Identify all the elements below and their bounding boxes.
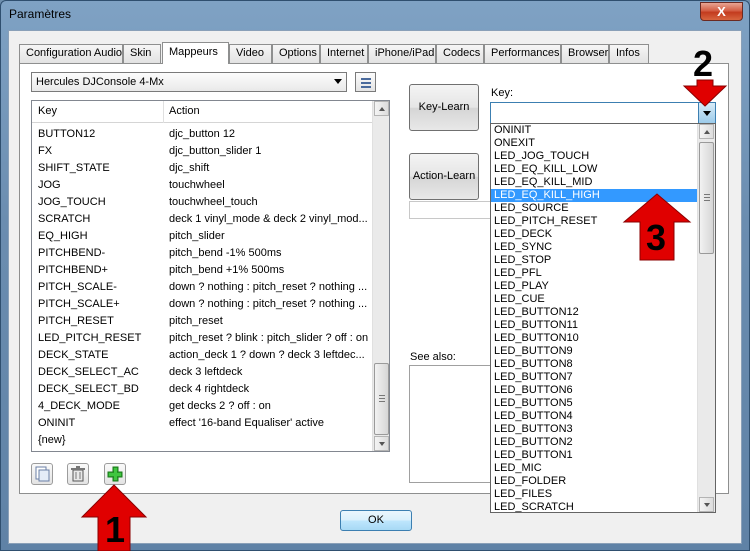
- annotation-arrows: [80, 79, 728, 551]
- annotation-number-3: 3: [646, 217, 667, 258]
- annotation-number-1: 1: [105, 509, 126, 550]
- annotation-number-2: 2: [693, 43, 714, 84]
